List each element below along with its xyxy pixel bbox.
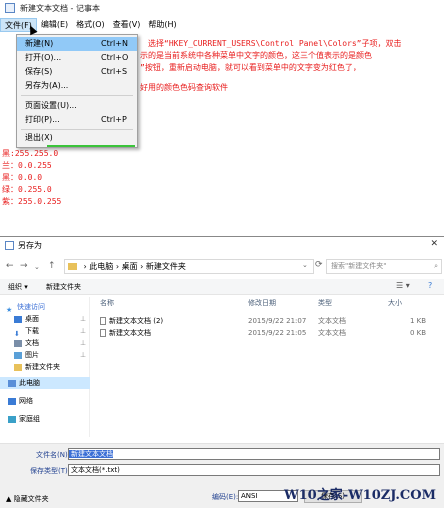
search-icon: ⌕ xyxy=(434,262,438,270)
new-folder-button[interactable]: 新建文件夹 xyxy=(46,282,81,292)
help-icon[interactable]: ? xyxy=(428,281,432,290)
sidebar-item-documents[interactable]: 文档 ⊥ xyxy=(14,337,104,349)
sidebar-item-network[interactable]: 网络 xyxy=(8,395,98,407)
text-line: 绿：0.255.0 xyxy=(2,185,52,194)
file-row[interactable]: 新建文本文档 2015/9/22 21:05 文本文档 0 KB xyxy=(92,327,432,339)
breadcrumb-new-folder[interactable]: 新建文件夹 xyxy=(146,262,186,271)
text-file-icon xyxy=(100,317,106,325)
folder-icon xyxy=(14,363,22,371)
text-line: ”按钮，重新启动电脑，就可以看到菜单中的文字变为红色了， xyxy=(140,63,361,72)
sidebar-item-quick-access[interactable]: ★ 快速访问 xyxy=(6,301,96,314)
sidebar-item-this-pc[interactable]: 此电脑 xyxy=(0,377,90,389)
computer-icon xyxy=(8,379,16,387)
menu-item-save[interactable]: 保存(S) Ctrl+S xyxy=(17,65,137,79)
organize-button[interactable]: 组织 ▾ xyxy=(8,282,28,292)
address-bar[interactable]: › 此电脑 › 桌面 › 新建文件夹 xyxy=(64,259,314,274)
pin-icon: ⊥ xyxy=(80,351,87,359)
menu-item-new[interactable]: 新建(N) Ctrl+N xyxy=(17,37,137,51)
network-icon xyxy=(8,397,16,405)
desktop-icon xyxy=(14,315,22,323)
picture-icon xyxy=(14,351,22,359)
text-line: 示的是当前系统中各种菜单中文字的颜色，这三个值表示的是颜色 xyxy=(140,51,372,60)
text-file-icon xyxy=(100,329,106,337)
notepad-icon xyxy=(5,3,15,13)
menu-help[interactable]: 帮助(H) xyxy=(144,18,180,32)
filename-label: 文件名(N): xyxy=(36,451,71,459)
text-line: 选择“HKEY_CURRENT_USERS\Control Panel\Colo… xyxy=(148,39,402,48)
forward-arrow-icon[interactable]: → xyxy=(20,261,28,271)
view-options-icon[interactable]: ☰ ▾ xyxy=(396,281,410,290)
menu-item-save-as[interactable]: 另存为(A)... xyxy=(17,79,137,93)
folder-icon xyxy=(68,263,77,270)
file-menu-dropdown: 新建(N) Ctrl+N 打开(O)... Ctrl+O 保存(S) Ctrl+S 另… xyxy=(16,34,138,148)
file-list: 名称 修改日期 类型 大小 新建文本文档 (2) 2015/9/22 21:07… xyxy=(92,297,444,437)
menu-item-open[interactable]: 打开(O)... Ctrl+O xyxy=(17,51,137,65)
menu-edit[interactable]: 编辑(E) xyxy=(37,18,72,32)
sidebar-item-pictures[interactable]: 图片 ⊥ xyxy=(14,349,104,361)
notepad-title: 新建文本文档 - 记事本 xyxy=(20,3,100,13)
save-type-label: 保存类型(T): xyxy=(30,467,71,475)
close-icon[interactable]: ✕ xyxy=(430,239,438,249)
text-line: 黑：0.0.0 xyxy=(2,173,43,182)
sidebar-item-desktop[interactable]: 桌面 ⊥ xyxy=(14,313,104,325)
watermark: W10之家-W10ZJ.COM xyxy=(284,488,436,503)
menu-view[interactable]: 查看(V) xyxy=(109,18,145,32)
breadcrumb-separator: › xyxy=(140,262,144,271)
up-arrow-icon[interactable]: ↑ xyxy=(48,261,56,271)
refresh-icon[interactable]: ⟳ xyxy=(315,260,323,270)
recent-dropdown-icon[interactable]: ⌄ xyxy=(34,263,40,271)
hide-folders-toggle[interactable]: ▲ 隐藏文件夹 xyxy=(6,494,49,504)
save-type-select[interactable]: 文本文档(*.txt) xyxy=(68,464,440,476)
text-line: 黑:255.255.0 xyxy=(2,149,59,158)
column-header-size[interactable]: 大小 xyxy=(388,297,402,309)
sidebar-item-downloads[interactable]: ⬇ 下载 ⊥ xyxy=(14,325,104,338)
text-line: 兰：0.0.255 xyxy=(2,161,52,170)
pin-icon: ⊥ xyxy=(80,315,87,323)
text-line: 紫：255.0.255 xyxy=(2,197,62,206)
breadcrumb-desktop[interactable]: 桌面 xyxy=(122,262,138,271)
column-header-name[interactable]: 名称 xyxy=(100,297,114,309)
homegroup-icon xyxy=(8,415,16,423)
document-icon xyxy=(14,339,22,347)
pin-icon: ⊥ xyxy=(80,327,87,335)
menu-item-page-setup[interactable]: 页面设置(U)... xyxy=(17,99,137,113)
menu-item-exit[interactable]: 退出(X) xyxy=(17,131,137,145)
text-line: 好用的颜色色码查询软件 xyxy=(140,83,228,92)
dialog-titlebar: 另存为 ✕ xyxy=(0,237,444,253)
star-icon: ★ xyxy=(6,305,13,314)
menu-format[interactable]: 格式(O) xyxy=(72,18,109,32)
navigation-bar: ← → ⌄ ↑ › 此电脑 › 桌面 › 新建文件夹 ⌄ ⟳ 搜索"新建文件夹"… xyxy=(0,255,444,277)
breadcrumb-this-pc[interactable]: 此电脑 xyxy=(89,262,113,271)
file-row[interactable]: 新建文本文档 (2) 2015/9/22 21:07 文本文档 1 KB xyxy=(92,315,432,327)
notepad-titlebar: 新建文本文档 - 记事本 xyxy=(0,0,444,16)
breadcrumb-separator: › xyxy=(115,262,120,271)
sidebar-item-new-folder[interactable]: 新建文件夹 xyxy=(14,361,104,373)
search-placeholder: 搜索"新建文件夹" xyxy=(331,262,387,270)
breadcrumb-separator: › xyxy=(83,262,87,271)
search-box[interactable]: 搜索"新建文件夹" ⌕ xyxy=(326,259,442,274)
dialog-title: 另存为 xyxy=(18,240,42,250)
column-header-modified[interactable]: 修改日期 xyxy=(248,297,276,309)
dialog-icon xyxy=(5,240,14,250)
back-arrow-icon[interactable]: ← xyxy=(6,261,14,271)
menubar: 文件(F) 编辑(E) 格式(O) 查看(V) 帮助(H) xyxy=(0,18,444,32)
download-icon: ⬇ xyxy=(14,329,20,338)
navigation-pane: ★ 快速访问 桌面 ⊥ ⬇ 下载 ⊥ 文档 ⊥ 图片 ⊥ 新建文件夹 此电脑 网络 家庭组 xyxy=(0,297,90,437)
filename-input[interactable]: 新建文本文档 xyxy=(68,448,440,460)
highlight-underline xyxy=(47,145,135,147)
menu-separator xyxy=(21,129,133,130)
menu-separator xyxy=(21,95,133,96)
sidebar-item-homegroup[interactable]: 家庭组 xyxy=(8,413,98,425)
menu-item-print[interactable]: 打印(P)... Ctrl+P xyxy=(17,113,137,127)
toolbar: 组织 ▾ 新建文件夹 ☰ ▾ ? xyxy=(0,279,444,295)
column-header-type[interactable]: 类型 xyxy=(318,297,332,309)
encoding-label: 编码(E): xyxy=(212,493,239,501)
save-as-dialog: 另存为 ✕ ← → ⌄ ↑ › 此电脑 › 桌面 › 新建文件夹 ⌄ ⟳ 搜索"… xyxy=(0,236,444,508)
pin-icon: ⊥ xyxy=(80,339,87,347)
address-dropdown-icon[interactable]: ⌄ xyxy=(302,261,308,269)
